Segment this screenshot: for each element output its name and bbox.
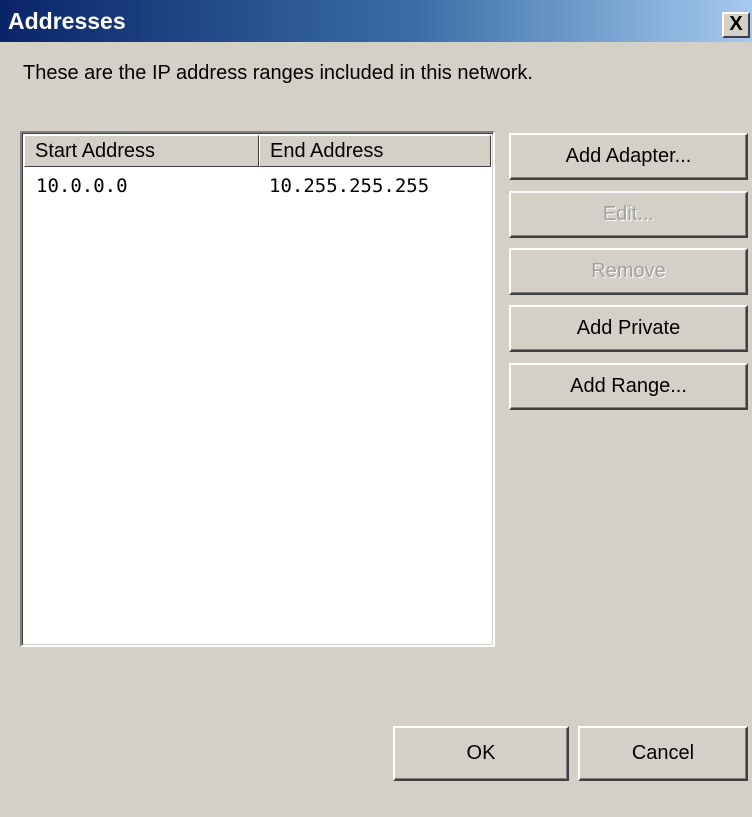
start-address-cell: 10.0.0.0 xyxy=(36,175,128,197)
edit-button[interactable]: Edit... xyxy=(509,191,748,238)
end-address-cell: 10.255.255.255 xyxy=(269,175,430,197)
list-item[interactable]: 10.0.0.0 10.255.255.255 xyxy=(24,171,491,201)
cancel-button[interactable]: Cancel xyxy=(578,726,748,781)
window-title: Addresses xyxy=(8,8,126,34)
addresses-dialog: Addresses X These are the IP address ran… xyxy=(0,0,752,817)
add-range-button[interactable]: Add Range... xyxy=(509,363,748,410)
column-header-end-address[interactable]: End Address xyxy=(259,135,491,167)
description-text: These are the IP address ranges included… xyxy=(23,62,533,84)
add-private-button[interactable]: Add Private xyxy=(509,305,748,352)
title-bar[interactable]: Addresses X xyxy=(0,0,752,42)
remove-button[interactable]: Remove xyxy=(509,248,748,295)
list-header: Start Address End Address xyxy=(24,135,491,167)
ok-button[interactable]: OK xyxy=(393,726,569,781)
address-list[interactable]: Start Address End Address 10.0.0.0 10.25… xyxy=(20,131,495,647)
add-adapter-button[interactable]: Add Adapter... xyxy=(509,133,748,180)
column-header-start-address[interactable]: Start Address xyxy=(24,135,259,167)
close-button[interactable]: X xyxy=(722,12,750,38)
close-icon: X xyxy=(729,13,743,35)
